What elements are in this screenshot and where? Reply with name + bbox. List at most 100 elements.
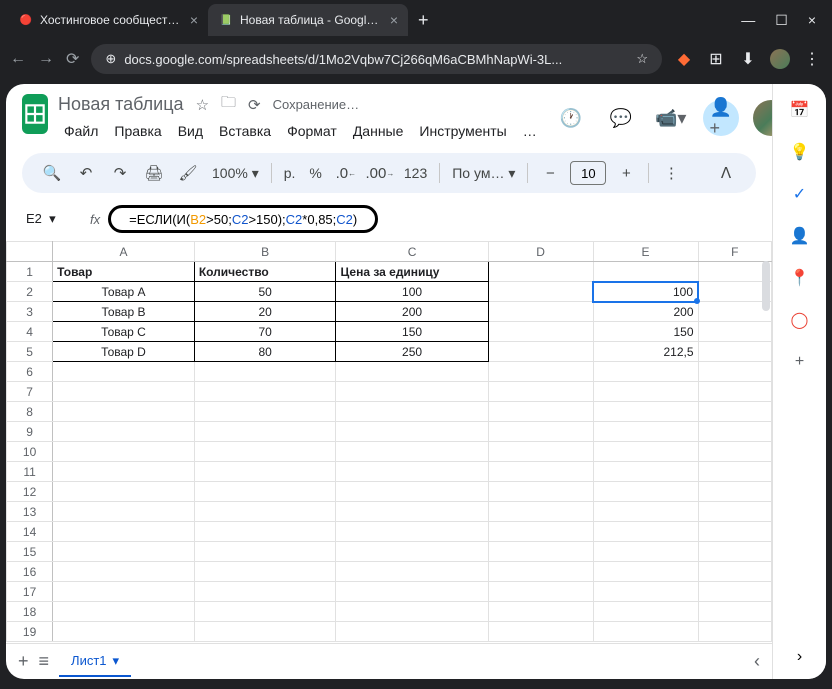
download-icon[interactable]: ⬇ (738, 49, 758, 69)
calendar-icon[interactable]: 📅 (790, 100, 810, 120)
sheet-tab-menu-icon[interactable]: ▾ (113, 653, 120, 669)
spreadsheet-grid[interactable]: A B C D E F 1 Товар Количество Цена за е… (6, 241, 772, 643)
font-size-decrease[interactable]: − (536, 159, 564, 187)
cell-f5[interactable] (698, 342, 771, 362)
hide-panel-icon[interactable]: › (790, 647, 810, 667)
paint-format-icon[interactable]: 🖌 (174, 159, 202, 187)
select-all-cell[interactable] (7, 242, 53, 262)
browser-menu-icon[interactable]: ⋮ (802, 49, 822, 69)
cell-e1[interactable] (593, 262, 698, 282)
row-header-7[interactable]: 7 (7, 382, 53, 402)
decrease-decimal-button[interactable]: .0← (332, 159, 360, 187)
font-select[interactable]: По ум… ▾ (448, 165, 519, 182)
history-button[interactable]: 🕐 (553, 100, 589, 136)
undo-icon[interactable]: ↶ (72, 159, 100, 187)
reload-button[interactable]: ⟳ (66, 49, 79, 69)
row-header-17[interactable]: 17 (7, 582, 53, 602)
cell-b1[interactable]: Количество (194, 262, 336, 282)
move-icon[interactable]: 🗀 (221, 92, 236, 117)
cell-f1[interactable] (698, 262, 771, 282)
cell-d2[interactable] (488, 282, 593, 302)
cell-d4[interactable] (488, 322, 593, 342)
cell-d5[interactable] (488, 342, 593, 362)
row-header-13[interactable]: 13 (7, 502, 53, 522)
maximize-button[interactable]: ☐ (775, 12, 788, 29)
add-sheet-button[interactable]: + (18, 651, 29, 672)
menu-more[interactable]: … (517, 119, 543, 143)
row-header-11[interactable]: 11 (7, 462, 53, 482)
profile-avatar[interactable] (770, 49, 790, 69)
increase-decimal-button[interactable]: .00→ (366, 159, 394, 187)
cell-d1[interactable] (488, 262, 593, 282)
close-window-button[interactable]: × (808, 12, 816, 29)
row-header-18[interactable]: 18 (7, 602, 53, 622)
cell-a1[interactable]: Товар (53, 262, 195, 282)
cloud-status-icon[interactable]: ⟳ (248, 96, 261, 114)
tasks-icon[interactable]: ✓ (790, 184, 810, 204)
row-header-1[interactable]: 1 (7, 262, 53, 282)
cell-c4[interactable]: 150 (336, 322, 488, 342)
toolbar-more-icon[interactable]: ⋮ (657, 159, 685, 187)
col-header-e[interactable]: E (593, 242, 698, 262)
address-bar[interactable]: ⊕ docs.google.com/spreadsheets/d/1Mo2Vqb… (91, 44, 662, 74)
cell-c2[interactable]: 100 (336, 282, 488, 302)
cell-c5[interactable]: 250 (336, 342, 488, 362)
tab-close-1[interactable]: × (390, 12, 398, 28)
browser-tab-1-active[interactable]: 📗 Новая таблица - Google Табли × (208, 4, 408, 36)
formula-input[interactable]: =ЕСЛИ(И(B2>50; C2>150); C2*0,85; C2) (108, 205, 378, 233)
col-header-d[interactable]: D (488, 242, 593, 262)
search-icon[interactable]: 🔍 (38, 159, 66, 187)
tab-close-0[interactable]: × (190, 12, 198, 28)
row-header-5[interactable]: 5 (7, 342, 53, 362)
forward-button[interactable]: → (38, 50, 54, 68)
comments-button[interactable]: 💬 (603, 100, 639, 136)
site-info-icon[interactable]: ⊕ (105, 51, 116, 67)
menu-format[interactable]: Формат (281, 119, 343, 143)
cell-a5[interactable]: Товар D (53, 342, 195, 362)
print-icon[interactable]: 🖨 (140, 159, 168, 187)
currency-button[interactable]: р. (280, 165, 300, 181)
star-icon[interactable]: ☆ (196, 96, 209, 114)
row-header-12[interactable]: 12 (7, 482, 53, 502)
contacts-icon[interactable]: 👤 (790, 226, 810, 246)
extension-icon-1[interactable]: ◆ (674, 49, 694, 69)
vertical-scrollbar[interactable] (762, 261, 770, 311)
cell-b5[interactable]: 80 (194, 342, 336, 362)
row-header-4[interactable]: 4 (7, 322, 53, 342)
row-header-15[interactable]: 15 (7, 542, 53, 562)
cell-b4[interactable]: 70 (194, 322, 336, 342)
cell-e4[interactable]: 150 (593, 322, 698, 342)
menu-file[interactable]: Файл (58, 119, 104, 143)
cell-a2[interactable]: Товар A (53, 282, 195, 302)
row-header-9[interactable]: 9 (7, 422, 53, 442)
addon-icon[interactable]: ◯ (790, 310, 810, 330)
row-header-10[interactable]: 10 (7, 442, 53, 462)
col-header-a[interactable]: A (53, 242, 195, 262)
menu-insert[interactable]: Вставка (213, 119, 277, 143)
row-header-14[interactable]: 14 (7, 522, 53, 542)
menu-tools[interactable]: Инструменты (413, 119, 512, 143)
cell-e5[interactable]: 212,5 (593, 342, 698, 362)
sheet-tab-1[interactable]: Лист1▾ (59, 647, 131, 677)
font-size-input[interactable]: 10 (570, 161, 606, 185)
extensions-icon[interactable]: ⊞ (706, 49, 726, 69)
cell-d3[interactable] (488, 302, 593, 322)
cell-c1[interactable]: Цена за единицу (336, 262, 488, 282)
cell-c3[interactable]: 200 (336, 302, 488, 322)
menu-edit[interactable]: Правка (108, 119, 167, 143)
maps-icon[interactable]: 📍 (790, 268, 810, 288)
explore-button[interactable]: ‹ (754, 651, 760, 672)
percent-button[interactable]: % (305, 165, 325, 181)
cell-f4[interactable] (698, 322, 771, 342)
get-addons-icon[interactable]: + (790, 352, 810, 372)
cell-e2-active[interactable]: 100 (593, 282, 698, 302)
cell-f3[interactable] (698, 302, 771, 322)
col-header-c[interactable]: C (336, 242, 488, 262)
cell-f2[interactable] (698, 282, 771, 302)
cell-b2[interactable]: 50 (194, 282, 336, 302)
cell-a3[interactable]: Товар B (53, 302, 195, 322)
row-header-16[interactable]: 16 (7, 562, 53, 582)
browser-tab-0[interactable]: 🔴 Хостинговое сообщество «Tim × (8, 4, 208, 36)
row-header-19[interactable]: 19 (7, 622, 53, 642)
menu-view[interactable]: Вид (172, 119, 209, 143)
